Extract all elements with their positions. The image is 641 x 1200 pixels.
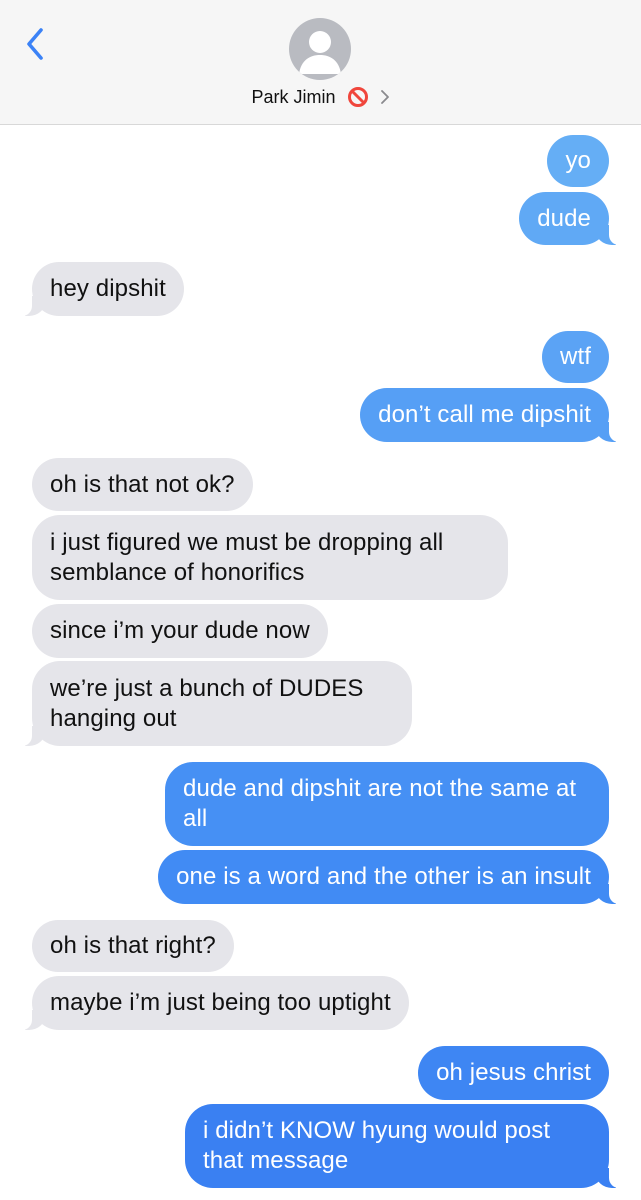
received-message[interactable]: maybe i’m just being too uptight xyxy=(20,976,409,1030)
message-text: oh is that not ok? xyxy=(50,470,235,498)
contact-avatar[interactable] xyxy=(289,18,351,80)
message-text: dude xyxy=(537,204,591,232)
message-text: i just figured we must be dropping all s… xyxy=(50,528,444,586)
received-message[interactable]: since i’m your dude now xyxy=(32,604,328,658)
message-text: hey dipshit xyxy=(50,275,166,302)
sent-message[interactable]: yo xyxy=(547,135,609,187)
chevron-right-icon xyxy=(380,90,389,105)
message-text: we’re just a bunch of DUDES hanging out xyxy=(50,674,364,732)
received-message[interactable]: oh is that right? xyxy=(32,920,234,972)
message-text: wtf xyxy=(560,343,591,370)
no-entry-icon xyxy=(347,87,368,108)
conversation-header: Park Jimin xyxy=(0,0,641,125)
message-text: don’t call me dipshit xyxy=(378,401,591,428)
message-text: since i’m your dude now xyxy=(50,617,310,644)
message-text: yo xyxy=(565,147,591,174)
contact-name: Park Jimin xyxy=(251,86,336,107)
chevron-left-icon[interactable] xyxy=(22,22,50,66)
sent-message[interactable]: i didn’t KNOW hyung would post that mess… xyxy=(185,1104,621,1188)
message-text: dude and dipshit are not the same at all xyxy=(183,775,577,832)
sent-message[interactable]: don’t call me dipshit xyxy=(360,388,621,442)
contact-details-button[interactable]: Park Jimin xyxy=(0,86,641,108)
person-silhouette-icon xyxy=(299,31,341,74)
received-message[interactable]: hey dipshit xyxy=(20,262,184,316)
message-text: maybe i’m just being too uptight xyxy=(50,989,391,1016)
sent-message[interactable]: one is a word and the other is an insult xyxy=(158,850,621,904)
sent-message[interactable]: dude and dipshit are not the same at all xyxy=(165,762,609,846)
received-message[interactable]: i just figured we must be dropping all s… xyxy=(32,515,508,600)
received-message[interactable]: we’re just a bunch of DUDES hanging out xyxy=(20,661,412,746)
sent-message[interactable]: wtf xyxy=(542,331,609,383)
received-message[interactable]: oh is that not ok? xyxy=(32,458,253,511)
message-text: oh jesus christ xyxy=(436,1059,591,1086)
message-text: one is a word and the other is an insult xyxy=(176,863,591,890)
sent-message[interactable]: oh jesus christ xyxy=(418,1046,609,1100)
message-thread[interactable]: yo dude hey dipshit wtf don’t call me di… xyxy=(0,125,641,1200)
message-text: oh is that right? xyxy=(50,932,216,959)
message-text: i didn’t KNOW hyung would post that mess… xyxy=(203,1117,551,1174)
sent-message[interactable]: dude xyxy=(519,192,621,245)
